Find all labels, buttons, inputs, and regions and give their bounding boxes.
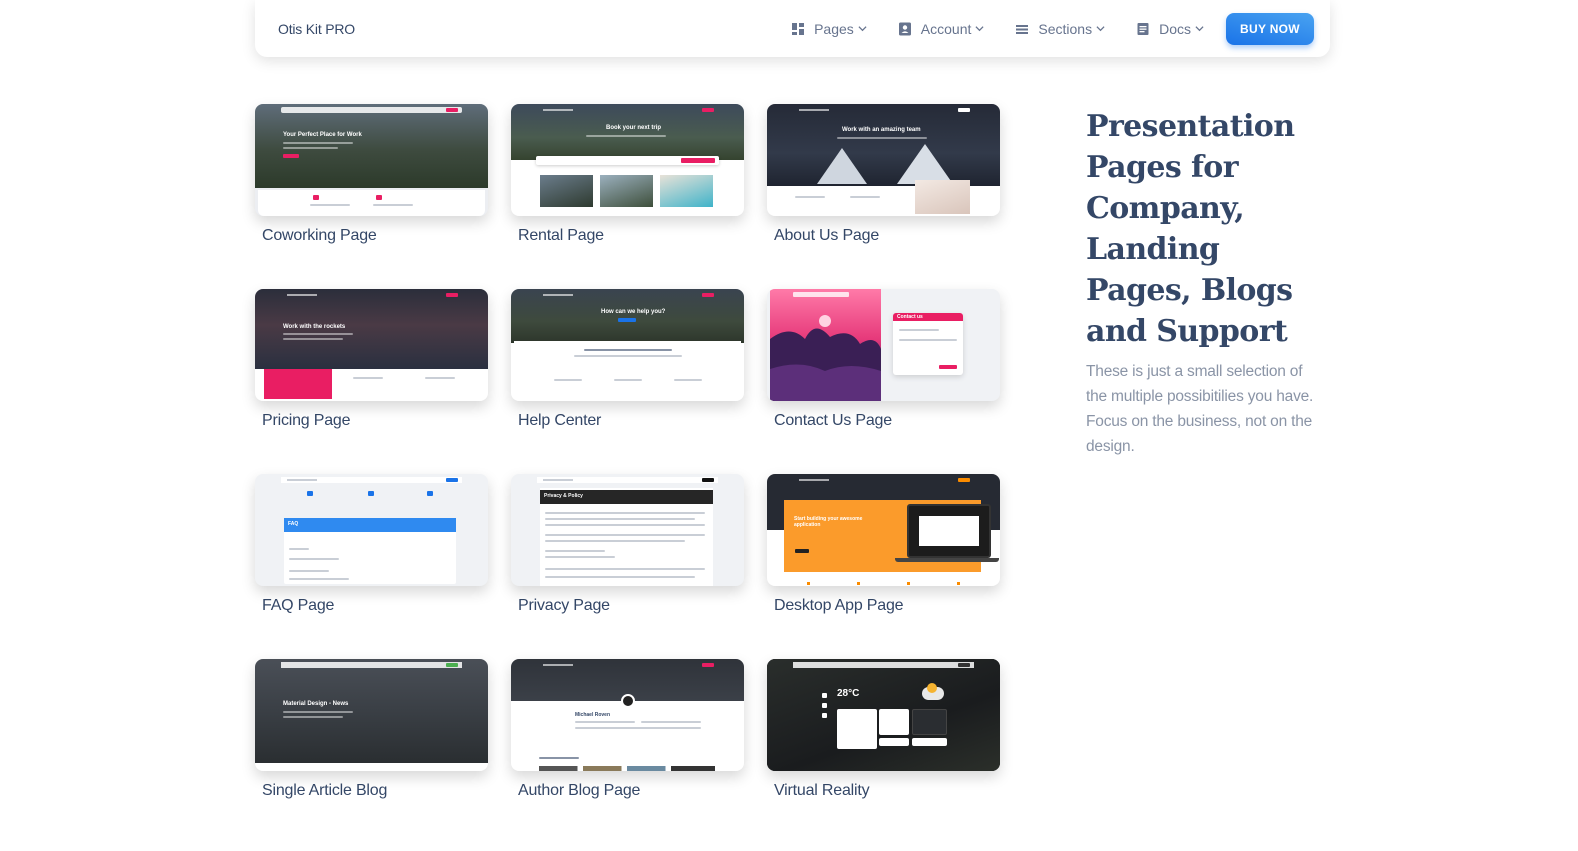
faq-thumbnail[interactable]: FAQ [255,474,488,586]
coworking-mini-title: Your Perfect Place for Work [283,132,362,138]
chevron-down-icon [975,26,984,32]
navbar: Otis Kit PRO Pages Account Sections Docs… [255,0,1330,57]
page-label[interactable]: Rental Page [518,227,744,245]
page-label[interactable]: Virtual Reality [774,782,1000,800]
page-card-help-center[interactable]: How can we help you? Help Center [511,289,744,430]
dashboard-icon [790,21,806,37]
page-label[interactable]: Single Article Blog [262,782,488,800]
rental-mini-title: Book your next trip [606,125,662,131]
privacy-thumbnail[interactable]: Privacy & Policy [511,474,744,586]
section-description: These is just a small selection of the m… [1086,363,1314,455]
chevron-down-icon [1195,26,1204,32]
virtual-reality-mini-title: 28°C [837,688,860,699]
author-blog-thumbnail[interactable]: Michael Roven [511,659,744,771]
contact-us-mini-title: Contact us [897,314,923,320]
faq-mini-title: FAQ [288,521,299,527]
page-card-rental[interactable]: Book your next trip Rental Page [511,104,744,245]
author-blog-mini-title: Michael Roven [575,712,611,718]
page-label[interactable]: Desktop App Page [774,597,1000,615]
page-card-coworking[interactable]: Your Perfect Place for Work Coworking Pa… [255,104,488,245]
page-card-pricing[interactable]: Work with the rockets Pricing Page [255,289,488,430]
page-card-about-us[interactable]: Work with an amazing team About Us Page [767,104,1000,245]
desktop-app-thumbnail[interactable]: Start building your awesome application [767,474,1000,586]
page-label[interactable]: Contact Us Page [774,412,1000,430]
page-card-virtual-reality[interactable]: 28°C Virtual Reality [767,659,1000,800]
virtual-reality-thumbnail[interactable]: 28°C [767,659,1000,771]
page-label[interactable]: Help Center [518,412,744,430]
nav-menu: Pages Account Sections Docs BUY NOW [790,12,1314,45]
nav-docs-dropdown[interactable]: Docs [1135,21,1204,37]
privacy-mini-title: Privacy & Policy [544,493,583,499]
page-label[interactable]: Coworking Page [262,227,488,245]
chevron-down-icon [858,26,867,32]
single-article-blog-thumbnail[interactable]: Material Design - News [255,659,488,771]
page-label[interactable]: About Us Page [774,227,1000,245]
rental-thumbnail[interactable]: Book your next trip [511,104,744,216]
pricing-thumbnail[interactable]: Work with the rockets [255,289,488,401]
about-us-mini-title: Work with an amazing team [842,127,921,133]
page-label[interactable]: Privacy Page [518,597,744,615]
article-icon [1135,21,1151,37]
page-card-desktop-app[interactable]: Start building your awesome application … [767,474,1000,615]
nav-pages-dropdown[interactable]: Pages [790,21,867,37]
page-card-author-blog[interactable]: Michael Roven Author Blog Page [511,659,744,800]
contact-card-icon [897,21,913,37]
nav-docs-label: Docs [1159,20,1191,37]
nav-account-dropdown[interactable]: Account [897,21,985,37]
nav-sections-label: Sections [1038,20,1093,37]
page-card-privacy[interactable]: Privacy & Policy Privacy Page [511,474,744,615]
help-center-mini-title: How can we help you? [601,309,666,315]
chevron-down-icon [1096,26,1105,32]
buy-now-button[interactable]: BUY NOW [1226,12,1314,45]
coworking-thumbnail[interactable]: Your Perfect Place for Work [255,104,488,216]
single-article-blog-mini-title: Material Design - News [283,701,349,707]
list-icon [1014,21,1030,37]
section-title: Presentation Pages for Company, Landing … [1086,109,1295,349]
page-label[interactable]: Pricing Page [262,412,488,430]
page-card-contact-us[interactable]: Contact us Contact Us Page [767,289,1000,430]
nav-sections-dropdown[interactable]: Sections [1014,21,1105,37]
contact-us-thumbnail[interactable]: Contact us [767,289,1000,401]
help-center-thumbnail[interactable]: How can we help you? [511,289,744,401]
brand-link[interactable]: Otis Kit PRO [278,21,355,37]
desktop-app-mini-title: Start building your awesome application [794,516,863,528]
nav-account-label: Account [920,20,972,37]
about-us-thumbnail[interactable]: Work with an amazing team [767,104,1000,216]
pricing-mini-title: Work with the rockets [283,324,346,330]
page-card-single-article-blog[interactable]: Material Design - News Single Article Bl… [255,659,488,800]
page-card-faq[interactable]: FAQ FAQ Page [255,474,488,615]
nav-pages-label: Pages [814,20,854,37]
page-label[interactable]: Author Blog Page [518,782,744,800]
page-label[interactable]: FAQ Page [262,597,488,615]
